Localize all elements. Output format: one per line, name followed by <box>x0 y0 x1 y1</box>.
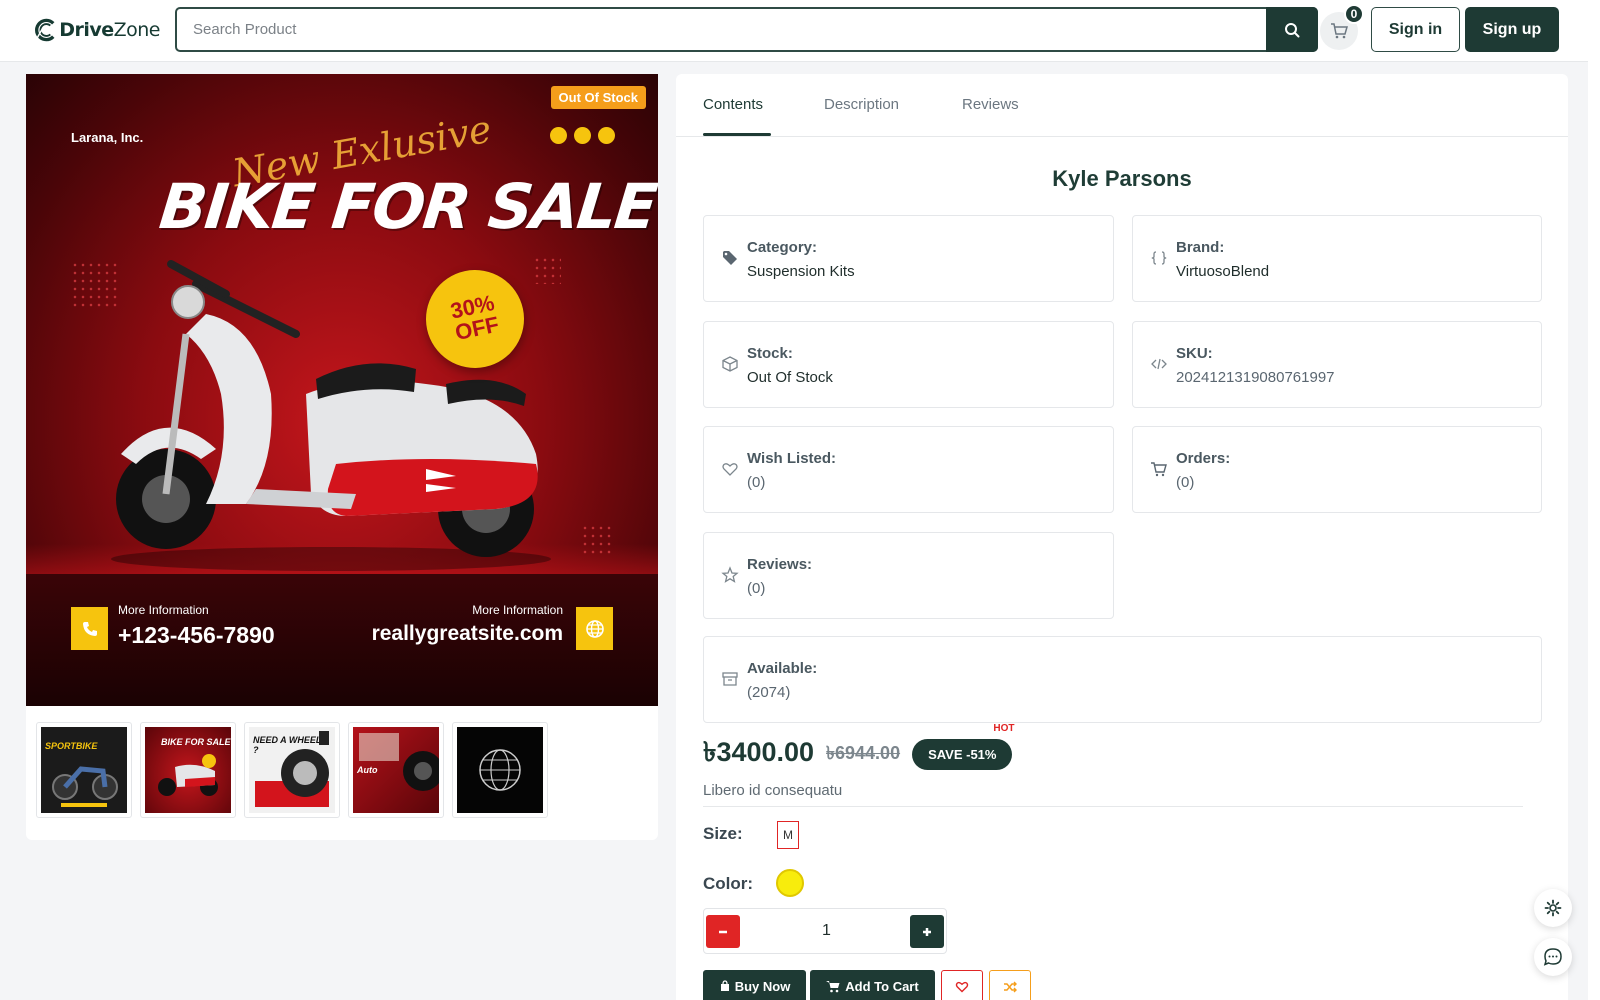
tab-reviews[interactable]: Reviews <box>962 96 1019 113</box>
info-category: Category: Suspension Kits <box>703 215 1114 302</box>
cart-count-badge: 0 <box>1344 4 1364 24</box>
search-icon <box>1285 22 1300 37</box>
info-wishlisted: Wish Listed: (0) <box>703 426 1114 513</box>
scrollbar[interactable] <box>1588 0 1600 1000</box>
sku-value: 2024121319080761997 <box>1176 369 1335 386</box>
shuffle-icon <box>1004 981 1017 992</box>
heart-icon <box>722 463 738 476</box>
banner-left-caption: More Information <box>118 603 209 617</box>
product-details: Contents Description Reviews Kyle Parson… <box>676 74 1568 1000</box>
size-option-m[interactable]: M <box>777 821 799 849</box>
signup-button[interactable]: Sign up <box>1465 7 1559 52</box>
thumbnail-list: SPORTBIKE BIKE FOR SALE NEED A WHEELS ? … <box>36 722 548 818</box>
banner-phone-number: +123-456-7890 <box>118 622 275 648</box>
signin-button[interactable]: Sign in <box>1371 7 1460 52</box>
current-price: ৳3400.00 <box>703 736 815 767</box>
available-value: (2074) <box>747 684 791 701</box>
logo-text: DriveZone <box>59 19 160 41</box>
search-bar <box>175 7 1318 52</box>
tab-contents[interactable]: Contents <box>703 96 763 113</box>
divider <box>703 806 1523 807</box>
info-stock: Stock: Out Of Stock <box>703 321 1114 408</box>
banner-title: BIKE FOR SALE <box>156 170 658 243</box>
gear-icon <box>1544 899 1562 917</box>
braces-icon <box>1151 251 1167 265</box>
product-title: Kyle Parsons <box>1052 166 1192 191</box>
star-icon <box>721 566 739 583</box>
info-brand: Brand: VirtuosoBlend <box>1132 215 1542 302</box>
code-icon <box>1151 358 1167 370</box>
info-sku: SKU: 2024121319080761997 <box>1132 321 1542 408</box>
product-gallery: Larana, Inc. New Exlusive BIKE FOR SALE <box>26 74 658 840</box>
banner-website: reallygreatsite.com <box>371 622 563 645</box>
hot-label: HOT <box>993 722 1015 734</box>
minus-icon <box>719 930 727 933</box>
site-header: DriveZone 0 Sign in Sign up <box>0 0 1600 62</box>
quantity-decrease-button[interactable] <box>706 915 740 948</box>
quantity-stepper: 1 <box>703 908 947 954</box>
out-of-stock-badge: Out Of Stock <box>550 86 646 109</box>
color-label: Color: <box>703 874 754 893</box>
phone-icon <box>71 607 108 650</box>
thumbnail[interactable]: NEED A WHEELS ? <box>244 722 340 818</box>
chat-icon <box>1543 948 1562 966</box>
info-available: Available: (2074) <box>703 636 1542 723</box>
banner-right-caption: More Information <box>472 603 563 617</box>
search-button[interactable] <box>1266 7 1318 52</box>
globe-icon <box>576 607 613 650</box>
thumbnail[interactable]: Auto <box>348 722 444 818</box>
logo-icon <box>35 18 55 42</box>
thumbnail[interactable]: SPORTBIKE <box>36 722 132 818</box>
thumbnail[interactable] <box>452 722 548 818</box>
active-tab-indicator <box>703 133 771 136</box>
stock-value: Out Of Stock <box>747 369 833 386</box>
settings-float-button[interactable] <box>1534 889 1572 927</box>
compare-button[interactable] <box>989 970 1031 1000</box>
cart-button[interactable]: 0 <box>1320 4 1364 50</box>
tag-icon <box>723 251 737 265</box>
orders-value: (0) <box>1176 474 1195 491</box>
add-to-wishlist-button[interactable] <box>941 970 983 1000</box>
color-swatch-yellow[interactable] <box>776 869 804 897</box>
plus-icon <box>923 927 931 936</box>
archive-icon <box>722 672 738 686</box>
shopping-bag-icon <box>720 980 729 991</box>
cart-icon <box>1151 462 1167 477</box>
wishlisted-value: (0) <box>747 474 766 491</box>
category-value: Suspension Kits <box>747 263 855 280</box>
thumbnail[interactable]: BIKE FOR SALE <box>140 722 236 818</box>
short-description: Libero id consequatu <box>703 782 843 799</box>
banner-company: Larana, Inc. <box>71 130 144 145</box>
buy-now-button[interactable]: Buy Now <box>703 970 806 1000</box>
brand-value: VirtuosoBlend <box>1176 263 1270 280</box>
main-product-image[interactable]: Larana, Inc. New Exlusive BIKE FOR SALE <box>26 74 658 706</box>
search-input[interactable] <box>177 9 1266 50</box>
cart-icon <box>1331 23 1348 39</box>
add-to-cart-button[interactable]: Add To Cart <box>810 970 935 1000</box>
tab-bar: Contents Description Reviews <box>676 74 1568 137</box>
info-reviews: Reviews: (0) <box>703 532 1114 619</box>
box-icon <box>722 356 738 372</box>
save-badge: SAVE -51% HOT <box>912 723 1014 770</box>
chat-float-button[interactable] <box>1534 938 1572 976</box>
logo[interactable]: DriveZone <box>34 12 161 48</box>
tab-description[interactable]: Description <box>824 96 899 113</box>
quantity-value[interactable]: 1 <box>822 922 831 940</box>
price-row: ৳3400.00 ৳6944.00 SAVE -51% HOT <box>703 723 1014 774</box>
banner-dots <box>550 127 615 144</box>
info-orders: Orders: (0) <box>1132 426 1542 513</box>
reviews-value: (0) <box>747 580 766 597</box>
quantity-increase-button[interactable] <box>910 915 944 948</box>
heart-icon <box>955 981 969 993</box>
cart-icon <box>826 980 840 992</box>
original-price: ৳6944.00 <box>826 742 901 763</box>
size-label: Size: <box>703 824 743 843</box>
